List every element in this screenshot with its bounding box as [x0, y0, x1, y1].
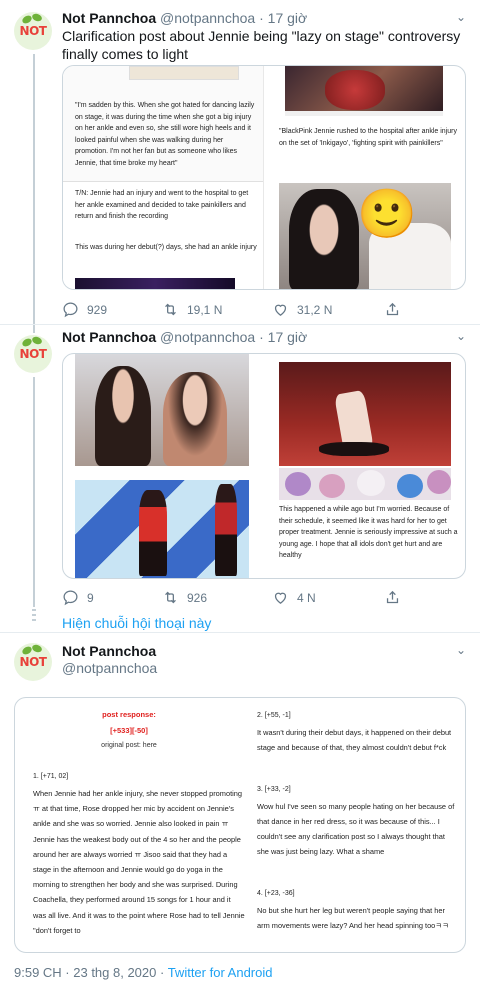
tweet-text: Clarification post about Jennie being "l…	[62, 28, 461, 62]
separator: ·	[259, 329, 264, 345]
share-icon	[386, 302, 399, 316]
reply-button[interactable]: 929	[62, 301, 107, 318]
comment-2-body: It wasn't during their debut days, it ha…	[257, 728, 452, 752]
chevron-down-icon[interactable]: ⌄	[456, 10, 466, 24]
comment-1-body: When Jennie had her ankle injury, she ne…	[33, 789, 245, 935]
retweet-icon	[165, 591, 176, 604]
avatar[interactable]: NOT	[14, 335, 52, 373]
share-icon	[386, 590, 399, 604]
source-link[interactable]: Twitter for Android	[168, 965, 273, 980]
chevron-down-icon[interactable]: ⌄	[456, 329, 466, 343]
tweet-2[interactable]: NOT Not Pannchoa @notpannchoa · 17 giờ ⌄…	[0, 325, 480, 632]
reply-icon	[63, 590, 78, 606]
comment-3-body: Wow hul I've seen so many people hating …	[257, 802, 455, 856]
tweet-media[interactable]: "I'm sadden by this. When she got hated …	[62, 65, 466, 290]
retweet-button[interactable]: 19,1 N	[162, 301, 222, 318]
retweet-count: 926	[187, 590, 208, 605]
tweet-3[interactable]: NOT Not Pannchoa @notpannchoa ⌄ post res…	[0, 633, 480, 993]
like-count: 31,2 N	[297, 302, 333, 317]
comment-1-head: 1. [+71, 02]	[33, 773, 69, 780]
tweet-media[interactable]: post response: [+533][-50] original post…	[14, 697, 466, 953]
quote-text: "I'm sadden by this. When she got hated …	[75, 102, 255, 167]
avatar[interactable]: NOT	[14, 643, 52, 681]
reply-count: 9	[87, 590, 94, 605]
separator: ·	[259, 10, 264, 26]
media-panel-note: T/N: Jennie had an injury and went to th…	[63, 182, 263, 289]
post-response-label: post response:	[102, 710, 156, 719]
like-icon	[274, 304, 287, 316]
thread-line	[33, 54, 35, 324]
media-panel-quote: "I'm sadden by this. When she got hated …	[63, 66, 263, 181]
heels-photo	[279, 362, 451, 466]
tweet-timestamp: 9:59 CH · 23 thg 8, 2020 · Twitter for A…	[14, 965, 272, 980]
timestamp-text[interactable]: 9:59 CH · 23 thg 8, 2020 ·	[14, 965, 168, 980]
comment-4-head: 4. [+23, -36]	[257, 890, 295, 897]
reply-icon	[63, 302, 78, 318]
avatar-logo-text: NOT	[19, 24, 47, 38]
tweet-time[interactable]: 17 giờ	[268, 10, 308, 26]
comment-4-body: No but she hurt her leg but weren't peop…	[257, 906, 449, 930]
author-name[interactable]: Not Pannchoa	[62, 10, 156, 26]
author-handle[interactable]: @notpannchoa	[160, 10, 255, 26]
score-label: [+533][-50]	[110, 726, 148, 735]
tn-note: T/N: Jennie had an injury and went to th…	[75, 190, 249, 220]
author-handle[interactable]: @notpannchoa	[62, 660, 157, 676]
selfie-photo: 🙂	[279, 183, 451, 289]
emoji-face-icon: 🙂	[357, 188, 417, 241]
like-button[interactable]: 31,2 N	[272, 301, 332, 318]
original-post-link: original post: here	[101, 742, 157, 749]
reply-button[interactable]: 9	[62, 589, 94, 606]
comment-2-head: 2. [+55, -1]	[257, 712, 291, 719]
stage-photo	[75, 480, 249, 578]
photo-caption: This happened a while ago but I'm worrie…	[279, 506, 458, 559]
avatar-logo-text: NOT	[19, 655, 47, 669]
share-button[interactable]	[384, 589, 401, 606]
share-button[interactable]	[384, 301, 401, 318]
balloons-photo	[279, 468, 451, 500]
news-caption: "BlackPink Jennie rushed to the hospital…	[279, 128, 457, 147]
thread-line	[33, 377, 35, 607]
author-handle[interactable]: @notpannchoa	[160, 329, 255, 345]
thread-dots	[32, 609, 36, 623]
like-button[interactable]: 4 N	[272, 589, 316, 606]
avatar[interactable]: NOT	[14, 12, 52, 50]
tweet-1[interactable]: NOT Not Pannchoa @notpannchoa · 17 giờ ⌄…	[0, 0, 480, 325]
retweet-count: 19,1 N	[187, 302, 223, 317]
author-name[interactable]: Not Pannchoa	[62, 643, 156, 659]
news-photo	[285, 66, 443, 116]
tweet-media[interactable]: This happened a while ago but I'm worrie…	[62, 353, 466, 579]
retweet-button[interactable]: 926	[162, 589, 207, 606]
retweet-icon	[165, 303, 176, 316]
comment-3-head: 3. [+33, -2]	[257, 786, 291, 793]
reply-count: 929	[87, 302, 108, 317]
like-icon	[274, 592, 287, 604]
tweet-time[interactable]: 17 giờ	[268, 329, 308, 345]
like-count: 4 N	[297, 590, 316, 605]
debut-note: This was during her debut(?) days, she h…	[75, 244, 257, 251]
chevron-down-icon[interactable]: ⌄	[456, 643, 466, 657]
thread-line	[33, 325, 35, 333]
show-thread-link[interactable]: Hiện chuỗi hội thoại này	[62, 615, 211, 631]
avatar-logo-text: NOT	[19, 347, 47, 361]
author-name[interactable]: Not Pannchoa	[62, 329, 156, 345]
members-photo	[75, 354, 249, 466]
